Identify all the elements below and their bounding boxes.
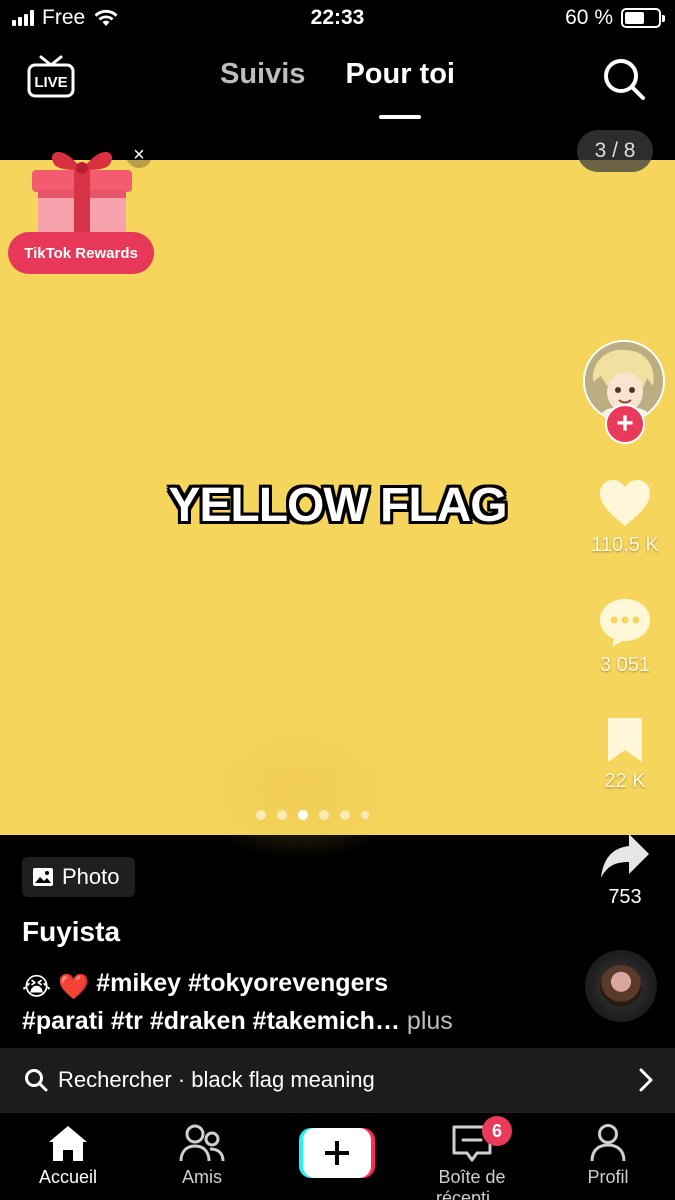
heart-emoji: ❤️: [58, 973, 90, 1001]
carousel-dot: [319, 810, 329, 820]
carousel-dot: [277, 810, 287, 820]
bookmark-count: 22 K: [604, 770, 646, 792]
tab-following[interactable]: Suivis: [220, 58, 305, 91]
bookmark-button[interactable]: 22 K: [575, 716, 675, 793]
caption-line-1: 😭 ❤️ #mikey #tokyorevengers: [22, 966, 562, 1004]
share-button[interactable]: 753: [575, 832, 675, 909]
tab-friends[interactable]: Amis: [156, 1123, 248, 1188]
share-count: 753: [608, 886, 642, 908]
music-disc[interactable]: [585, 950, 657, 1022]
friends-icon: [179, 1124, 225, 1162]
fearful-face-emoji: 😭: [22, 973, 52, 1001]
comment-count: 3 051: [599, 654, 651, 676]
status-bar: Free 22:33 60 %: [0, 0, 675, 40]
tab-profile[interactable]: Profil: [562, 1123, 654, 1188]
post-caption[interactable]: 😭 ❤️ #mikey #tokyorevengers #parati #tr …: [22, 966, 562, 1038]
tab-home[interactable]: Accueil: [22, 1123, 114, 1188]
bookmark-icon: [608, 718, 642, 762]
carousel-dot: [340, 810, 350, 820]
close-icon[interactable]: ×: [126, 142, 152, 168]
create-icon: [299, 1128, 375, 1178]
active-tab-indicator: [379, 115, 422, 119]
home-icon: [49, 1126, 87, 1161]
carousel-dot: [256, 810, 266, 820]
bottom-tab-bar: Accueil Amis Boîte de récepti… Profil: [0, 1112, 675, 1200]
search-suggestion-label: Rechercher · black flag meaning: [58, 1067, 375, 1092]
caption-line-2: #parati #tr #draken #takemich… plus: [22, 1004, 562, 1038]
tab-friends-label: Amis: [182, 1167, 222, 1187]
search-icon: [25, 1069, 48, 1092]
search-suggestion-bar[interactable]: Rechercher · black flag meaning: [0, 1048, 675, 1112]
like-button[interactable]: 110,5 K: [575, 478, 675, 557]
profile-icon: [590, 1124, 626, 1162]
caption-hashtags-2: #parati #tr #draken #takemich…: [22, 1007, 400, 1035]
caption-hashtags-1: #mikey #tokyorevengers: [96, 969, 389, 997]
carousel-dot-active: [298, 810, 308, 820]
carousel-dots[interactable]: [0, 810, 675, 820]
search-button[interactable]: [601, 56, 647, 102]
comment-icon: [600, 599, 650, 647]
page-counter: 3 / 8: [577, 130, 653, 172]
more-link[interactable]: plus: [407, 1007, 453, 1035]
search-icon: [604, 59, 645, 100]
like-count: 110,5 K: [591, 534, 659, 556]
share-icon: [601, 834, 649, 878]
feed-tabs: Suivis Pour toi: [0, 58, 675, 119]
chevron-right-icon: [639, 1068, 653, 1092]
photo-badge-label: Photo: [62, 864, 120, 889]
media-glow: [190, 720, 410, 860]
battery-icon: [621, 8, 665, 28]
tab-home-label: Accueil: [38, 1167, 98, 1187]
creator-avatar-wrap[interactable]: +: [583, 340, 667, 444]
battery-percent: 60 %: [565, 6, 613, 29]
carousel-dot: [361, 811, 369, 819]
photo-icon: [33, 868, 53, 886]
tab-for-you[interactable]: Pour toi: [345, 58, 455, 119]
gift-icon: [32, 152, 132, 240]
create-button[interactable]: [299, 1128, 375, 1178]
heart-icon: [600, 480, 650, 526]
author-name[interactable]: Fuyista: [22, 916, 120, 948]
comment-button[interactable]: 3 051: [575, 596, 675, 677]
tab-profile-label: Profil: [587, 1167, 629, 1187]
tiktok-rewards-widget[interactable]: × TikTok Rewards: [8, 138, 156, 278]
tab-inbox[interactable]: Boîte de récepti…: [400, 1123, 544, 1200]
tab-for-you-label: Pour toi: [345, 58, 455, 90]
tab-following-label: Suivis: [220, 58, 306, 90]
status-right: 60 %: [565, 6, 665, 30]
photo-badge: Photo: [22, 857, 135, 897]
slide-text: YELLOW FLAG: [168, 479, 507, 532]
inbox-badge: 6: [482, 1116, 512, 1146]
rewards-label[interactable]: TikTok Rewards: [8, 232, 154, 274]
follow-button[interactable]: +: [605, 404, 645, 444]
music-cover: [600, 965, 642, 1007]
tab-inbox-label: Boîte de récepti…: [435, 1167, 509, 1200]
